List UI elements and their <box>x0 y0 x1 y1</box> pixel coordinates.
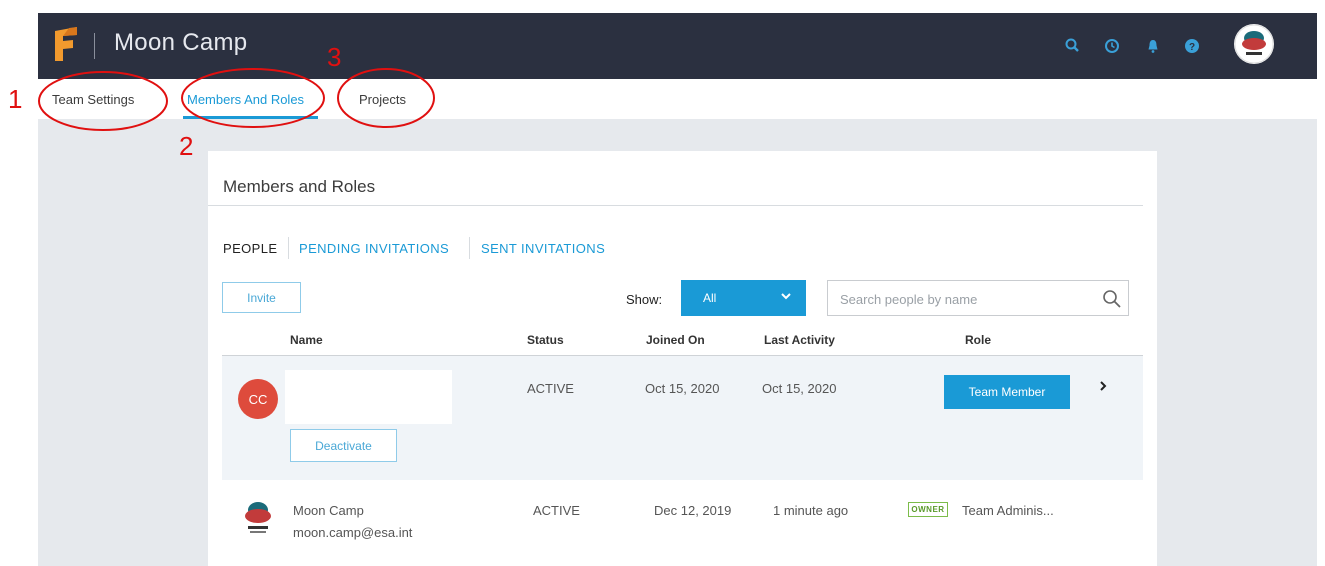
subtab-separator <box>469 237 470 259</box>
joined-cell: Oct 15, 2020 <box>645 381 720 396</box>
table-row[interactable]: Moon Camp moon.camp@esa.int ACTIVE Dec 1… <box>222 480 1143 566</box>
column-header-joined-on[interactable]: Joined On <box>646 333 705 347</box>
status-cell: ACTIVE <box>527 381 574 396</box>
show-filter-value: All <box>703 291 717 305</box>
card-title: Members and Roles <box>223 177 376 196</box>
role-button[interactable]: Team Member <box>944 375 1070 409</box>
last-activity-cell: Oct 15, 2020 <box>762 381 837 396</box>
last-activity-cell: 1 minute ago <box>773 503 849 518</box>
annotation-number-3: 3 <box>327 42 342 72</box>
subtab-people[interactable]: PEOPLE <box>223 241 277 256</box>
table-row[interactable]: CC Deactivate ACTIVE Oct 15, 2020 Oct 15… <box>222 356 1143 480</box>
chevron-right-icon[interactable] <box>1098 380 1108 392</box>
annotation-number-1: 1 <box>8 84 23 114</box>
column-header-status[interactable]: Status <box>527 333 564 347</box>
subtab-sent-invitations[interactable]: SENT INVITATIONS <box>481 241 605 256</box>
deactivate-button[interactable]: Deactivate <box>290 429 397 462</box>
member-email: moon.camp@esa.int <box>293 525 413 540</box>
owner-badge: OWNER <box>908 502 948 517</box>
column-header-last-activity[interactable]: Last Activity <box>764 333 835 347</box>
subtab-separator <box>288 237 289 259</box>
member-name: Moon Camp <box>293 503 364 518</box>
annotation-number-2: 2 <box>179 131 194 161</box>
search-icon[interactable] <box>1102 289 1122 309</box>
chevron-down-icon <box>781 293 791 300</box>
redacted-name <box>285 370 452 424</box>
show-filter-select[interactable]: All <box>681 280 806 316</box>
joined-cell: Dec 12, 2019 <box>654 503 732 518</box>
column-header-role[interactable]: Role <box>965 333 991 347</box>
card-divider <box>208 205 1143 206</box>
search-input[interactable] <box>838 289 1092 309</box>
show-filter-label: Show: <box>626 292 663 307</box>
invite-button[interactable]: Invite <box>222 282 301 313</box>
members-card: Members and Roles PEOPLE PENDING INVITAT… <box>208 151 1157 566</box>
search-box[interactable] <box>827 280 1129 316</box>
status-cell: ACTIVE <box>533 503 580 518</box>
avatar <box>245 502 271 533</box>
subtab-pending-invitations[interactable]: PENDING INVITATIONS <box>299 241 449 256</box>
role-cell: Team Adminis... <box>962 503 1054 518</box>
avatar: CC <box>238 379 278 419</box>
column-header-name[interactable]: Name <box>290 333 323 347</box>
